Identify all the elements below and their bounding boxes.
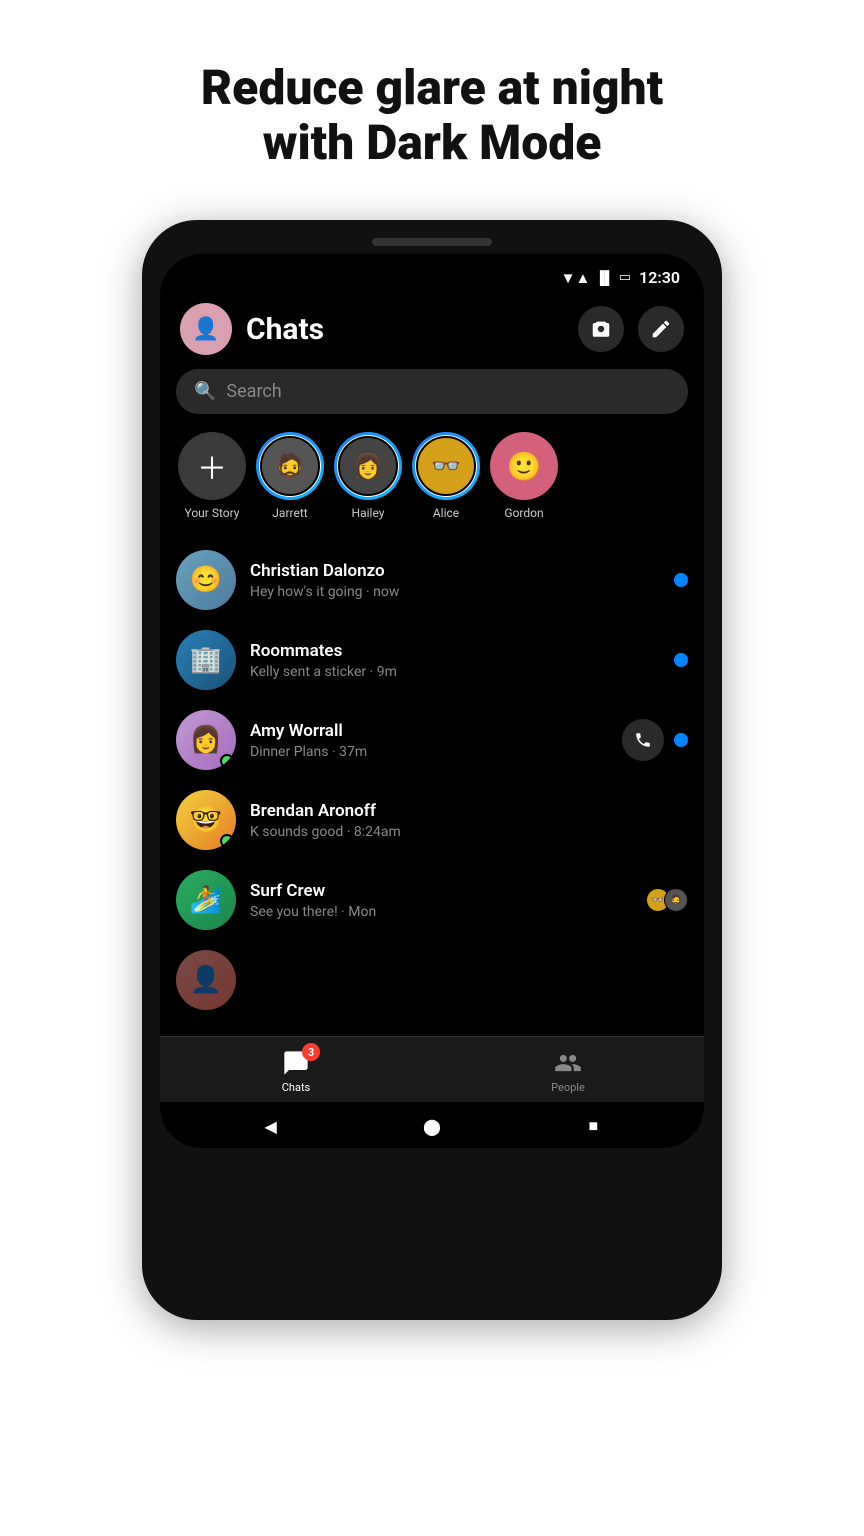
chat-info-christian: Christian Dalonzo Hey how's it going · n… [250,561,660,600]
page-headline: Reduce glare at night with Dark Mode [201,60,663,170]
story-label-your-story: Your Story [185,506,240,520]
people-nav-label: People [551,1081,585,1094]
story-item-jarrett[interactable]: 🧔 Jarrett [254,432,326,520]
chats-badge: 3 [302,1043,320,1061]
people-nav-icon [554,1049,582,1077]
chat-avatar-partial: 👤 [176,950,236,1010]
self-avatar[interactable]: 👤 [180,303,232,355]
story-label-hailey: Hailey [352,506,385,520]
search-input[interactable]: Search [226,381,281,402]
chat-item-christian[interactable]: 😊 Christian Dalonzo Hey how's it going ·… [176,540,688,620]
chat-item-partial[interactable]: 👤 [176,940,688,1020]
chat-name-surf-crew: Surf Crew [250,881,632,901]
compose-button[interactable] [638,306,684,352]
signal-icon: ▐▌ [595,270,613,286]
search-bar[interactable]: 🔍 Search [176,369,688,414]
story-avatar-hailey: 👩 [334,432,402,500]
chat-preview-brendan: K sounds good · 8:24am [250,824,674,840]
chat-right-roommates [674,653,688,667]
recents-button[interactable]: ■ [581,1114,605,1138]
nav-item-chats[interactable]: 3 Chats [160,1049,432,1094]
chat-right-christian [674,573,688,587]
online-dot-amy [220,754,234,768]
chat-preview-surf-crew: See you there! · Mon [250,904,632,920]
story-label-jarrett: Jarrett [272,506,307,520]
chat-right-amy [622,719,688,761]
chat-info-surf-crew: Surf Crew See you there! · Mon [250,881,632,920]
home-button[interactable]: ⬤ [420,1114,444,1138]
battery-icon: ▭ [619,270,631,285]
chat-preview-roommates: Kelly sent a sticker · 9m [250,664,660,680]
story-item-gordon[interactable]: 🙂 Gordon [488,432,560,520]
nav-icon-wrap-people [554,1049,582,1077]
chat-info-amy: Amy Worrall Dinner Plans · 37m [250,721,608,760]
story-avatar-jarrett: 🧔 [256,432,324,500]
phone-notch-bar [160,238,704,246]
nav-icon-wrap-chats: 3 [282,1049,310,1077]
chat-avatar-christian: 😊 [176,550,236,610]
phone-screen: ▼▲ ▐▌ ▭ 12:30 👤 Chats 🔍 Search [160,254,704,1148]
search-icon: 🔍 [194,381,216,402]
chat-avatar-brendan: 🤓 [176,790,236,850]
story-item-your-story[interactable]: ＋ Your Story [176,432,248,520]
wifi-icon: ▼▲ [561,269,591,287]
camera-icon [590,318,612,340]
chat-info-brendan: Brendan Aronoff K sounds good · 8:24am [250,801,674,840]
chat-item-surf-crew[interactable]: 🏄 Surf Crew See you there! · Mon 👓 🧔 [176,860,688,940]
unread-dot-roommates [674,653,688,667]
chat-item-roommates[interactable]: 🏢 Roommates Kelly sent a sticker · 9m [176,620,688,700]
camera-button[interactable] [578,306,624,352]
chat-item-brendan[interactable]: 🤓 Brendan Aronoff K sounds good · 8:24am [176,780,688,860]
chats-nav-label: Chats [282,1081,310,1094]
story-label-gordon: Gordon [504,506,543,520]
status-time: 12:30 [639,268,680,287]
page-title: Chats [246,312,564,347]
chat-list: 😊 Christian Dalonzo Hey how's it going ·… [160,540,704,1020]
chat-right-surf-crew: 👓 🧔 [646,888,688,912]
phone-icon [634,731,652,749]
status-icons: ▼▲ ▐▌ ▭ [561,269,631,287]
story-label-alice: Alice [433,506,459,520]
chat-info-roommates: Roommates Kelly sent a sticker · 9m [250,641,660,680]
chat-name-brendan: Brendan Aronoff [250,801,674,821]
back-button[interactable]: ◀ [259,1114,283,1138]
chat-name-amy: Amy Worrall [250,721,608,741]
stories-row: ＋ Your Story 🧔 Jarrett 👩 [160,432,704,540]
nav-item-people[interactable]: People [432,1049,704,1094]
chat-avatar-roommates: 🏢 [176,630,236,690]
chat-preview-christian: Hey how's it going · now [250,584,660,600]
status-bar: ▼▲ ▐▌ ▭ 12:30 [160,254,704,293]
top-bar: 👤 Chats [160,293,704,369]
call-button-amy[interactable] [622,719,664,761]
story-item-alice[interactable]: 👓 Alice [410,432,482,520]
add-story-avatar: ＋ [178,432,246,500]
chat-preview-amy: Dinner Plans · 37m [250,744,608,760]
story-item-hailey[interactable]: 👩 Hailey [332,432,404,520]
group-mini-avatar-2: 🧔 [664,888,688,912]
chat-avatar-amy: 👩 [176,710,236,770]
phone-notch [372,238,492,246]
story-avatar-gordon: 🙂 [490,432,558,500]
unread-dot-christian [674,573,688,587]
unread-dot-amy [674,733,688,747]
group-avatars-surf-crew: 👓 🧔 [646,888,688,912]
chat-item-amy[interactable]: 👩 Amy Worrall Dinner Plans · 37m [176,700,688,780]
chat-name-roommates: Roommates [250,641,660,661]
online-dot-brendan [220,834,234,848]
bottom-nav: 3 Chats People [160,1036,704,1102]
edit-icon [650,318,672,340]
story-avatar-alice: 👓 [412,432,480,500]
phone-device: ▼▲ ▐▌ ▭ 12:30 👤 Chats 🔍 Search [142,220,722,1320]
chat-avatar-surf-crew: 🏄 [176,870,236,930]
chat-name-christian: Christian Dalonzo [250,561,660,581]
gesture-bar: ◀ ⬤ ■ [160,1102,704,1148]
